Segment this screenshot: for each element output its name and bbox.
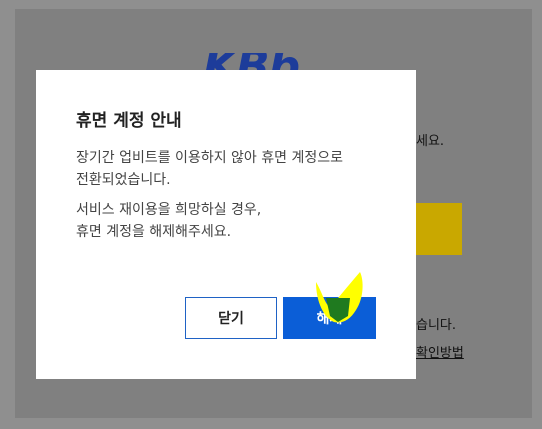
release-button[interactable]: 해제 — [283, 297, 376, 339]
background-text: 세요. — [416, 134, 445, 149]
dormant-account-dialog: 휴면 계정 안내 장기간 업비트를 이용하지 않아 휴면 계정으로 전환되었습니… — [36, 70, 416, 379]
background-login-button — [416, 203, 462, 255]
close-button[interactable]: 닫기 — [185, 297, 277, 339]
dialog-body: 장기간 업비트를 이용하지 않아 휴면 계정으로 전환되었습니다. 서비스 재이… — [76, 147, 376, 251]
background-link: 확인방법 — [416, 346, 464, 361]
dialog-message: 서비스 재이용을 희망하실 경우, 휴면 계정을 해제해주세요. — [76, 202, 262, 240]
background-text: 습니다. — [416, 318, 457, 333]
dialog-title: 휴면 계정 안내 — [76, 111, 182, 131]
dialog-message: 장기간 업비트를 이용하지 않아 휴면 계정으로 전환되었습니다. — [76, 150, 343, 188]
